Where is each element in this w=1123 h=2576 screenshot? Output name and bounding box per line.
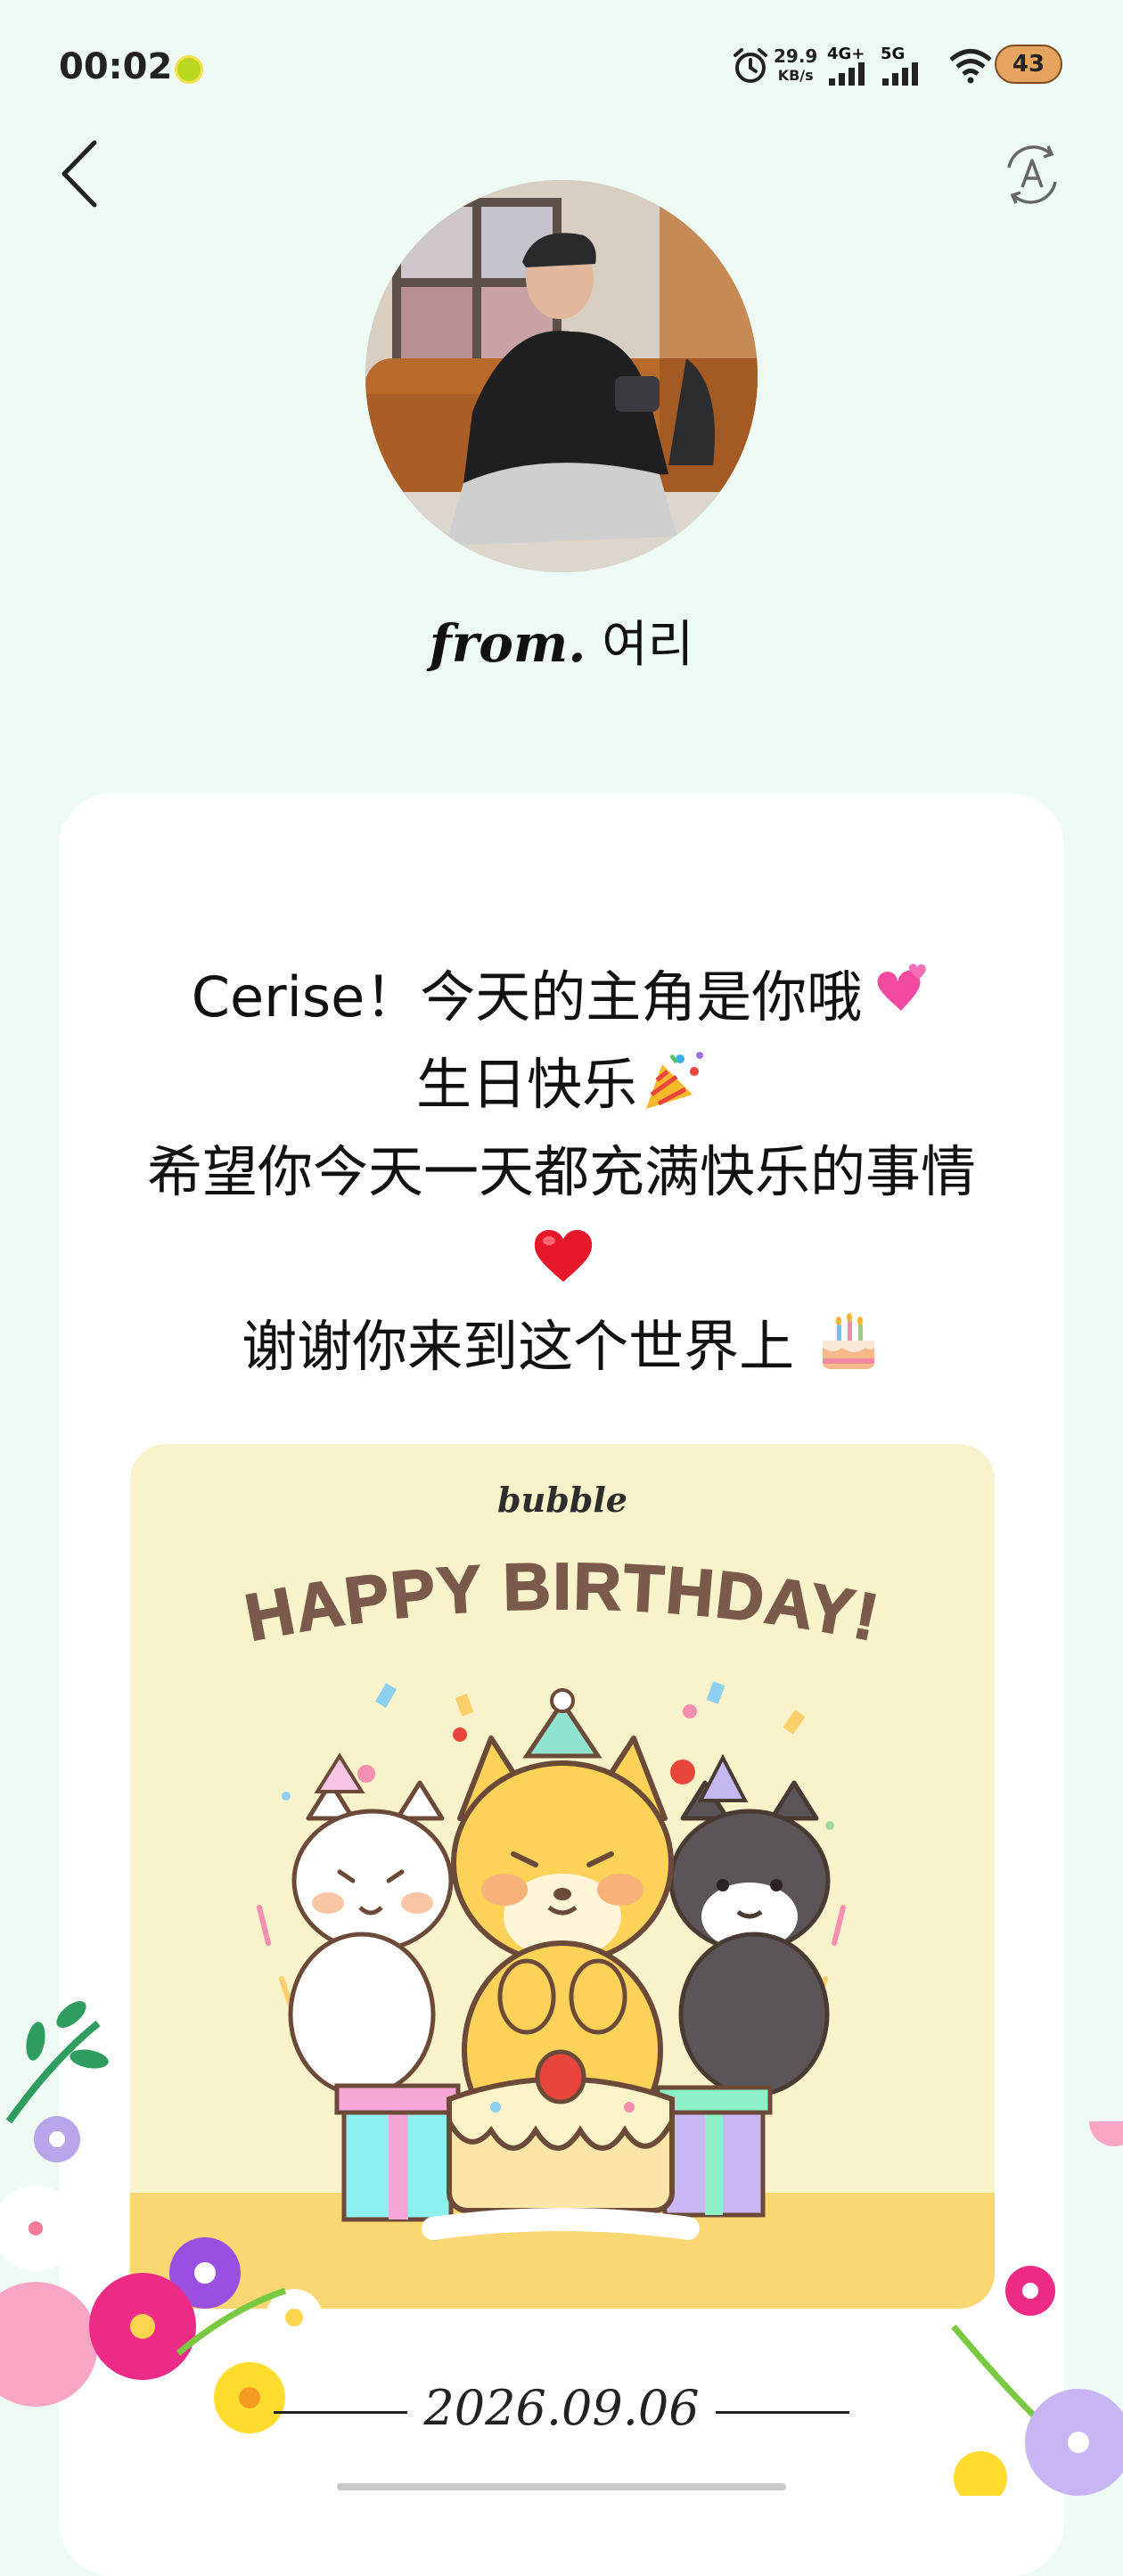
message-text: Cerise！今天的主角是你哦 xyxy=(191,964,863,1030)
message-text: 生日快乐 xyxy=(415,1052,637,1117)
flower-decoration-right xyxy=(951,2121,1123,2496)
home-indicator[interactable] xyxy=(337,2483,786,2490)
black-puppy xyxy=(668,1753,831,2097)
message-text: 希望你今天一天都充满快乐的事情 xyxy=(146,1139,976,1204)
network-speed: 29.9 KB/s xyxy=(774,46,817,86)
message-line: 谢谢你来到这个世界上 xyxy=(59,1303,1064,1391)
sender-name: 여리 xyxy=(602,616,694,674)
sender-line: from. 여리 xyxy=(0,604,1123,677)
chevron-left-icon xyxy=(61,140,97,208)
message-line xyxy=(59,1216,1064,1303)
signal-5g-label: 5G xyxy=(881,45,906,63)
message-line: 希望你今天一天都充满快乐的事情 xyxy=(59,1128,1064,1216)
from-label: from. xyxy=(429,613,586,674)
status-bar: 00:02 29.9 KB/s 4G+ 5G 43 xyxy=(0,0,1123,134)
signal-5g: 5G xyxy=(881,46,923,89)
letter-message: Cerise！今天的主角是你哦 生日快乐 希望你今天一天都充满快乐的事情 谢谢你… xyxy=(59,954,1064,1391)
svg-text:HAPPY BIRTHDAY!: HAPPY BIRTHDAY! xyxy=(240,1549,886,1655)
avatar-photo xyxy=(365,180,758,572)
status-icons: 29.9 KB/s 4G+ 5G 43 xyxy=(660,43,1123,93)
birthday-cake-emoji xyxy=(822,1313,874,1369)
app-notification-icon xyxy=(175,55,203,84)
signal-4g: 4G+ xyxy=(827,46,870,89)
message-text: 谢谢你来到这个世界上 xyxy=(242,1314,812,1379)
translate-button[interactable] xyxy=(998,141,1066,209)
status-time: 00:02 xyxy=(59,46,173,87)
signal-bars-icon xyxy=(882,62,918,86)
bubble-logo: bubble xyxy=(497,1480,627,1520)
signal-bars-icon xyxy=(829,62,865,86)
translate-icon xyxy=(1007,145,1057,204)
network-speed-unit: KB/s xyxy=(777,67,814,84)
battery-indicator: 43 xyxy=(995,45,1062,84)
alarm-icon xyxy=(734,48,767,83)
sender-avatar[interactable] xyxy=(365,180,758,572)
signal-4g-label: 4G+ xyxy=(827,45,865,63)
party-popper-emoji xyxy=(646,1052,703,1109)
date-text: 2026.09.06 xyxy=(423,2380,700,2436)
headline-text: HAPPY BIRTHDAY! xyxy=(239,1548,885,1656)
wifi-icon xyxy=(949,49,992,84)
two-hearts-emoji xyxy=(877,964,927,1011)
network-speed-value: 29.9 xyxy=(774,45,818,67)
red-heart-emoji xyxy=(534,1229,593,1282)
happy-birthday-headline: HAPPY BIRTHDAY! xyxy=(239,1548,886,1656)
date-rule-right xyxy=(715,2410,849,2414)
message-line: 生日快乐 xyxy=(59,1041,1064,1128)
date-rule-left xyxy=(274,2410,408,2414)
letter-date: 2026.09.06 xyxy=(0,2380,1123,2436)
back-button[interactable] xyxy=(52,134,114,214)
message-line: Cerise！今天的主角是你哦 xyxy=(59,954,1064,1041)
